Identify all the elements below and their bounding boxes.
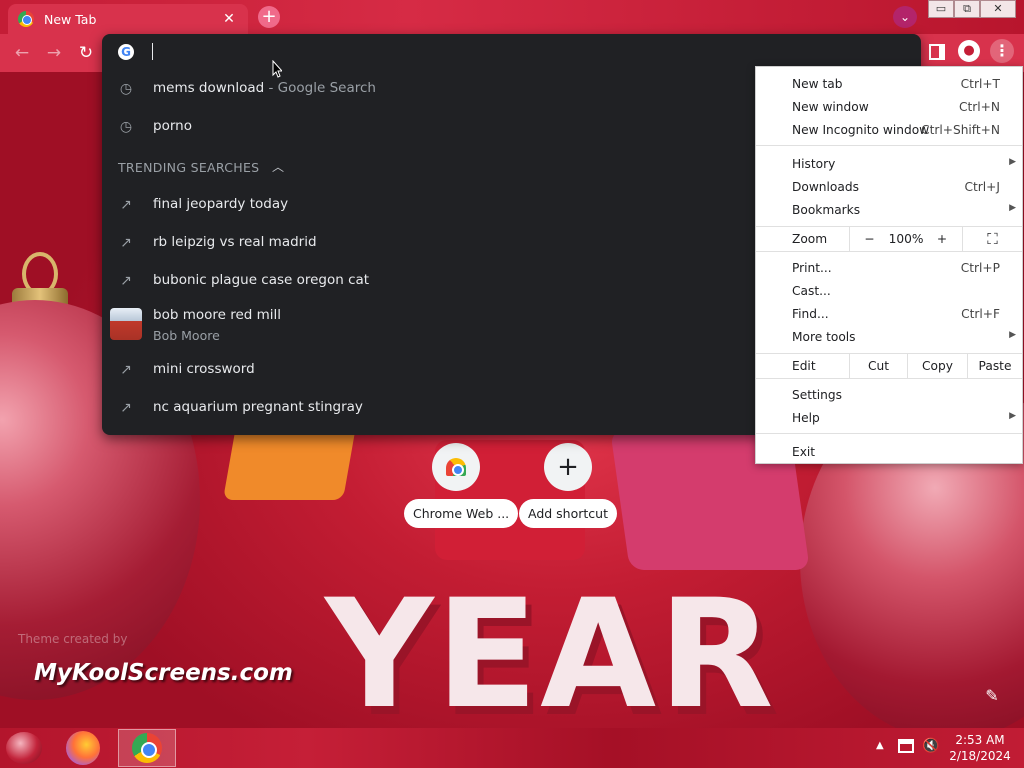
back-button[interactable]: ← [10, 42, 34, 64]
menu-item-print[interactable]: Print... Ctrl+P [756, 257, 1022, 279]
menu-item-exit[interactable]: Exit [756, 441, 1022, 463]
suggestion-text: final jeopardy today [153, 196, 289, 212]
pencil-icon: ✎ [985, 686, 999, 705]
system-clock[interactable]: 2:53 AM 2/18/2024 [942, 732, 1018, 764]
menu-item-bookmarks[interactable]: Bookmarks ▶ [756, 199, 1022, 221]
suggestion-subtext: - Google Search [264, 80, 376, 96]
chrome-web-store-icon [432, 443, 480, 491]
edit-paste-button[interactable]: Paste [967, 354, 1022, 378]
collapse-chevron-icon[interactable]: ︿ [272, 158, 284, 175]
theme-site-link[interactable]: MyKoolScreens.com [34, 660, 293, 686]
reload-button[interactable]: ↻ [74, 42, 98, 64]
text-caret [152, 43, 153, 60]
suggestion-thumbnail [110, 308, 142, 340]
menu-item-new-tab[interactable]: New tab Ctrl+T [756, 73, 1022, 95]
google-icon: G [118, 44, 134, 60]
shortcut-label: Add shortcut [519, 499, 617, 528]
tab-search-button[interactable]: ⌄ [893, 6, 917, 28]
tab-new-tab[interactable]: New Tab ✕ [8, 4, 248, 34]
suggestion-text: mems download [153, 80, 265, 96]
omnibox-input[interactable]: G [102, 34, 921, 70]
menu-item-history[interactable]: History ▶ [756, 153, 1022, 175]
menu-edit-row: Edit Cut Copy Paste [756, 354, 1022, 378]
clock-date: 2/18/2024 [949, 749, 1011, 763]
menu-item-downloads[interactable]: Downloads Ctrl+J [756, 176, 1022, 198]
start-button[interactable] [6, 732, 42, 764]
arrow-left-icon: ← [14, 43, 30, 63]
reload-icon: ↻ [78, 43, 94, 63]
suggestion-text: porno [153, 118, 192, 134]
history-icon: ◷ [119, 81, 133, 97]
restore-window-button[interactable]: ⧉ [954, 0, 980, 18]
history-icon: ◷ [119, 119, 133, 135]
clock-time: 2:53 AM [955, 733, 1005, 747]
menu-zoom-row: Zoom − 100% + ⛶ [756, 227, 1022, 251]
trending-icon: ↗ [120, 362, 132, 378]
close-tab-icon[interactable]: ✕ [220, 11, 238, 27]
menu-item-find[interactable]: Find... Ctrl+F [756, 303, 1022, 325]
volume-muted-icon[interactable]: 🔇 [922, 738, 939, 754]
trending-icon: ↗ [120, 197, 132, 213]
edit-copy-button[interactable]: Copy [907, 354, 967, 378]
profile-button[interactable]: ● [958, 40, 980, 62]
minimize-window-button[interactable]: ▭ [928, 0, 954, 18]
edit-cut-button[interactable]: Cut [849, 354, 907, 378]
submenu-arrow-icon: ▶ [1009, 411, 1016, 421]
menu-separator [756, 251, 1022, 252]
menu-separator [756, 145, 1022, 146]
menu-item-help[interactable]: Help ▶ [756, 407, 1022, 429]
trending-searches-header: TRENDING SEARCHES [118, 160, 260, 175]
arrow-right-icon: → [46, 43, 62, 63]
trending-icon: ↗ [120, 235, 132, 251]
submenu-arrow-icon: ▶ [1009, 157, 1016, 167]
network-icon[interactable] [898, 739, 914, 753]
fullscreen-icon[interactable]: ⛶ [962, 227, 1022, 251]
shortcut-chrome-web-store[interactable]: Chrome Web ... [404, 443, 519, 528]
mouse-cursor-icon [272, 60, 282, 78]
menu-item-more-tools[interactable]: More tools ▶ [756, 326, 1022, 348]
show-hidden-icons-icon[interactable]: ▲ [876, 740, 884, 751]
suggestion-text: mini crossword [153, 361, 255, 377]
new-tab-button[interactable]: + [258, 6, 280, 28]
chrome-main-menu: New tab Ctrl+T New window Ctrl+N New Inc… [755, 66, 1023, 464]
plus-icon: + [544, 443, 592, 491]
submenu-arrow-icon: ▶ [1009, 203, 1016, 213]
zoom-in-button[interactable]: + [922, 227, 962, 251]
suggestion-text: bubonic plague case oregon cat [153, 272, 370, 288]
suggestion-text: nc aquarium pregnant stingray [153, 399, 363, 415]
suggestion-text: bob moore red mill [153, 307, 282, 323]
zoom-out-button[interactable]: − [849, 227, 889, 251]
menu-item-new-window[interactable]: New window Ctrl+N [756, 96, 1022, 118]
kebab-menu-icon: ⋮ [994, 41, 1010, 60]
menu-item-cast[interactable]: Cast... [756, 280, 1022, 302]
taskbar: ▲ 🔇 2:53 AM 2/18/2024 [0, 728, 1024, 768]
customize-chrome-button[interactable]: ✎ [980, 684, 1004, 708]
menu-separator [756, 378, 1022, 379]
tab-title: New Tab [44, 11, 97, 27]
menu-separator [756, 433, 1022, 434]
chrome-favicon-icon [18, 11, 34, 27]
decor-year-text: YEAR [325, 568, 776, 728]
close-window-button[interactable]: ✕ [980, 0, 1016, 18]
chrome-menu-button[interactable]: ⋮ [990, 39, 1014, 63]
taskbar-chrome-button[interactable] [118, 729, 176, 767]
firefox-icon[interactable] [66, 731, 100, 765]
chrome-icon [132, 733, 162, 763]
shortcut-label: Chrome Web ... [404, 499, 519, 528]
zoom-level: 100% [888, 232, 924, 246]
add-shortcut-button[interactable]: + Add shortcut [516, 443, 620, 528]
forward-button[interactable]: → [42, 42, 66, 64]
suggestion-text: rb leipzig vs real madrid [153, 234, 317, 250]
theme-credit: Theme created by [18, 632, 128, 646]
tab-strip: New Tab ✕ + ⌄ ▭ ⧉ ✕ [0, 0, 1024, 34]
trending-icon: ↗ [120, 400, 132, 416]
trending-icon: ↗ [120, 273, 132, 289]
side-panel-button[interactable] [929, 44, 945, 60]
suggestion-subtext: Bob Moore [153, 328, 220, 343]
menu-item-new-incognito[interactable]: New Incognito window Ctrl+Shift+N [756, 119, 1022, 141]
menu-item-settings[interactable]: Settings [756, 384, 1022, 406]
submenu-arrow-icon: ▶ [1009, 330, 1016, 340]
person-icon: ● [963, 43, 975, 58]
